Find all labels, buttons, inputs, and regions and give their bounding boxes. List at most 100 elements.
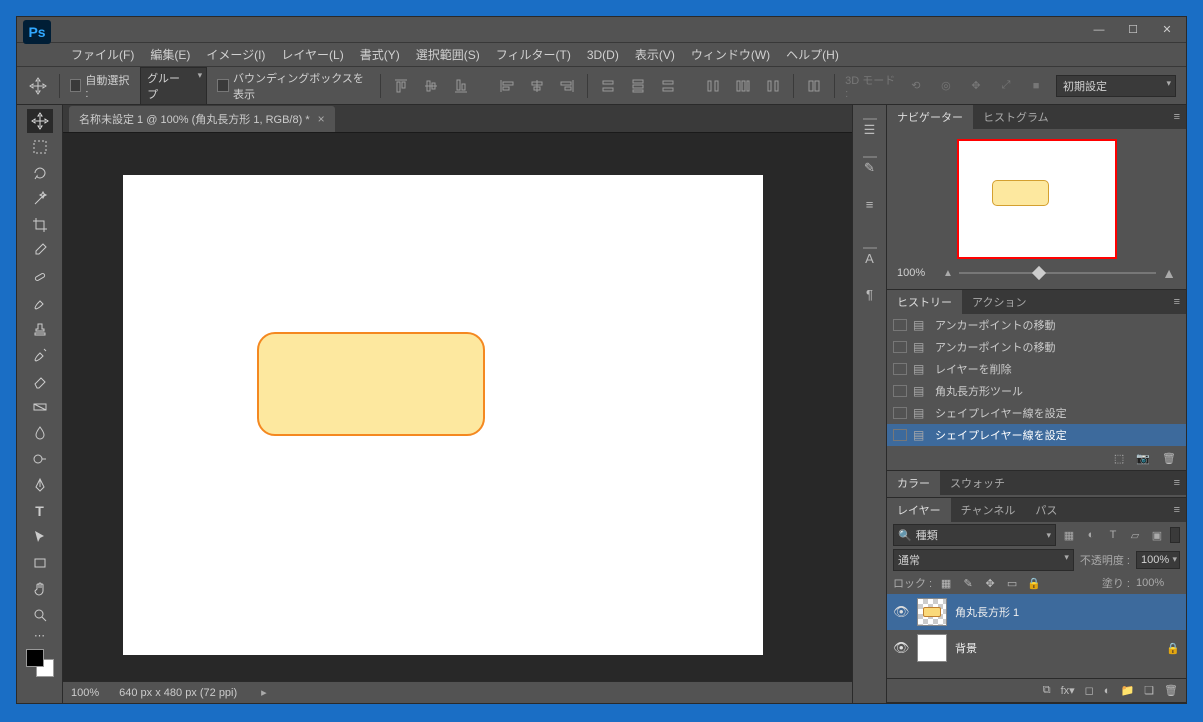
lock-pixels-icon[interactable]: ▦ — [938, 577, 954, 590]
align-left-icon[interactable] — [497, 75, 517, 97]
type-tool[interactable]: T — [27, 499, 53, 523]
visibility-icon[interactable]: 👁 — [893, 604, 909, 620]
collapsed-brush-icon[interactable]: ✎ — [856, 149, 884, 183]
lock-position-icon[interactable]: ✥ — [982, 577, 998, 590]
panel-menu-icon[interactable]: ≡ — [1174, 477, 1180, 489]
tab-channels[interactable]: チャンネル — [951, 498, 1026, 522]
zoom-in-icon[interactable]: ▲ — [1162, 265, 1176, 281]
healing-tool[interactable] — [27, 265, 53, 289]
zoom-out-icon[interactable]: ▲ — [943, 268, 953, 279]
dist-right-icon[interactable] — [763, 75, 783, 97]
history-brush-tool[interactable] — [27, 343, 53, 367]
close-tab-icon[interactable]: × — [318, 112, 325, 126]
align-hcenter-icon[interactable] — [527, 75, 547, 97]
edit-toolbar[interactable]: ⋯ — [27, 629, 53, 641]
gradient-tool[interactable] — [27, 395, 53, 419]
crop-tool[interactable] — [27, 213, 53, 237]
tab-histogram[interactable]: ヒストグラム — [973, 105, 1059, 129]
menu-help[interactable]: ヘルプ(H) — [778, 42, 847, 67]
filter-shape-icon[interactable]: ▱ — [1126, 526, 1144, 544]
dist-left-icon[interactable] — [703, 75, 723, 97]
filter-smart-icon[interactable]: ▣ — [1148, 526, 1166, 544]
dist-hcenter-icon[interactable] — [733, 75, 753, 97]
path-select-tool[interactable] — [27, 525, 53, 549]
menu-layer[interactable]: レイヤー(L) — [273, 42, 351, 67]
layer-filter-type[interactable]: 🔍種類 — [893, 524, 1056, 546]
filter-adjust-icon[interactable]: ◐ — [1082, 526, 1100, 544]
menu-file[interactable]: ファイル(F) — [63, 42, 142, 67]
navigator-zoom[interactable]: 100% — [897, 267, 937, 279]
panel-menu-icon[interactable]: ≡ — [1174, 504, 1180, 516]
tab-navigator[interactable]: ナビゲーター — [887, 105, 973, 129]
filter-pixel-icon[interactable]: ▦ — [1060, 526, 1078, 544]
rectangle-tool[interactable] — [27, 551, 53, 575]
stamp-tool[interactable] — [27, 317, 53, 341]
zoom-tool[interactable] — [27, 603, 53, 627]
eraser-tool[interactable] — [27, 369, 53, 393]
brush-tool[interactable] — [27, 291, 53, 315]
dist-vcenter-icon[interactable] — [628, 75, 648, 97]
lock-paint-icon[interactable]: ✎ — [960, 577, 976, 590]
fill-value[interactable]: 100% — [1136, 577, 1180, 589]
workspace-preset[interactable]: 初期設定 — [1056, 75, 1176, 97]
marquee-tool[interactable] — [27, 135, 53, 159]
collapsed-adjust-icon[interactable]: ≡ — [856, 187, 884, 221]
lock-all-icon[interactable]: 🔒 — [1026, 577, 1042, 590]
move-tool[interactable] — [27, 109, 53, 133]
menu-filter[interactable]: フィルター(T) — [488, 42, 579, 67]
filter-toggle[interactable] — [1170, 527, 1180, 543]
eyedropper-tool[interactable] — [27, 239, 53, 263]
menu-select[interactable]: 選択範囲(S) — [408, 42, 488, 67]
history-item[interactable]: ▤アンカーポイントの移動 — [887, 314, 1186, 336]
snapshot-icon[interactable]: ⬚ — [1114, 452, 1124, 465]
layer-group-icon[interactable]: 📁 — [1120, 684, 1134, 697]
menu-view[interactable]: 表示(V) — [627, 42, 683, 67]
auto-select-mode[interactable]: グループ — [140, 67, 207, 105]
tab-color[interactable]: カラー — [887, 471, 940, 495]
auto-align-icon[interactable] — [804, 75, 824, 97]
delete-layer-icon[interactable]: 🗑 — [1164, 684, 1178, 697]
history-item[interactable]: ▤シェイプレイヤー線を設定 — [887, 424, 1186, 446]
magic-wand-tool[interactable] — [27, 187, 53, 211]
tab-layers[interactable]: レイヤー — [887, 498, 951, 522]
history-item[interactable]: ▤アンカーポイントの移動 — [887, 336, 1186, 358]
collapsed-character-icon[interactable]: A — [856, 239, 884, 273]
canvas-viewport[interactable] — [63, 133, 852, 681]
collapsed-paragraph-icon[interactable]: ¶ — [856, 277, 884, 311]
filter-type-icon[interactable]: T — [1104, 526, 1122, 544]
menu-image[interactable]: イメージ(I) — [198, 42, 273, 67]
layer-mask-icon[interactable]: ◻ — [1085, 684, 1094, 697]
status-menu-icon[interactable]: ▸ — [261, 686, 267, 699]
panel-menu-icon[interactable]: ≡ — [1174, 111, 1180, 123]
menu-window[interactable]: ウィンドウ(W) — [683, 42, 778, 67]
align-vcenter-icon[interactable] — [421, 75, 441, 97]
canvas[interactable] — [123, 175, 763, 655]
lasso-tool[interactable] — [27, 161, 53, 185]
dodge-tool[interactable] — [27, 447, 53, 471]
lock-artboard-icon[interactable]: ▭ — [1004, 577, 1020, 590]
blur-tool[interactable] — [27, 421, 53, 445]
rounded-rectangle-shape[interactable] — [257, 332, 485, 436]
history-item[interactable]: ▤角丸長方形ツール — [887, 380, 1186, 402]
adjustment-layer-icon[interactable]: ◐ — [1104, 685, 1111, 697]
history-item[interactable]: ▤シェイプレイヤー線を設定 — [887, 402, 1186, 424]
menu-type[interactable]: 書式(Y) — [352, 42, 408, 67]
align-right-icon[interactable] — [557, 75, 577, 97]
tab-swatches[interactable]: スウォッチ — [940, 471, 1015, 495]
tab-history[interactable]: ヒストリー — [887, 290, 962, 314]
tab-paths[interactable]: パス — [1025, 498, 1067, 522]
hand-tool[interactable] — [27, 577, 53, 601]
link-layers-icon[interactable]: ⧉ — [1043, 684, 1051, 697]
visibility-icon[interactable]: 👁 — [893, 640, 909, 656]
camera-icon[interactable]: 📷 — [1136, 452, 1150, 465]
minimize-button[interactable]: — — [1084, 20, 1114, 40]
opacity-value[interactable]: 100% — [1136, 551, 1180, 569]
navigator-thumbnail[interactable] — [957, 139, 1117, 259]
layer-row[interactable]: 👁角丸長方形 1 — [887, 594, 1186, 630]
history-item[interactable]: ▤レイヤーを削除 — [887, 358, 1186, 380]
collapsed-history-icon[interactable]: ☰ — [856, 111, 884, 145]
menu-3d[interactable]: 3D(D) — [579, 44, 627, 66]
show-bbox-checkbox[interactable]: バウンディングボックスを表示 — [217, 70, 370, 102]
auto-select-checkbox[interactable]: 自動選択 : — [70, 72, 131, 100]
document-tab[interactable]: 名称未設定 1 @ 100% (角丸長方形 1, RGB/8) * × — [69, 106, 335, 132]
